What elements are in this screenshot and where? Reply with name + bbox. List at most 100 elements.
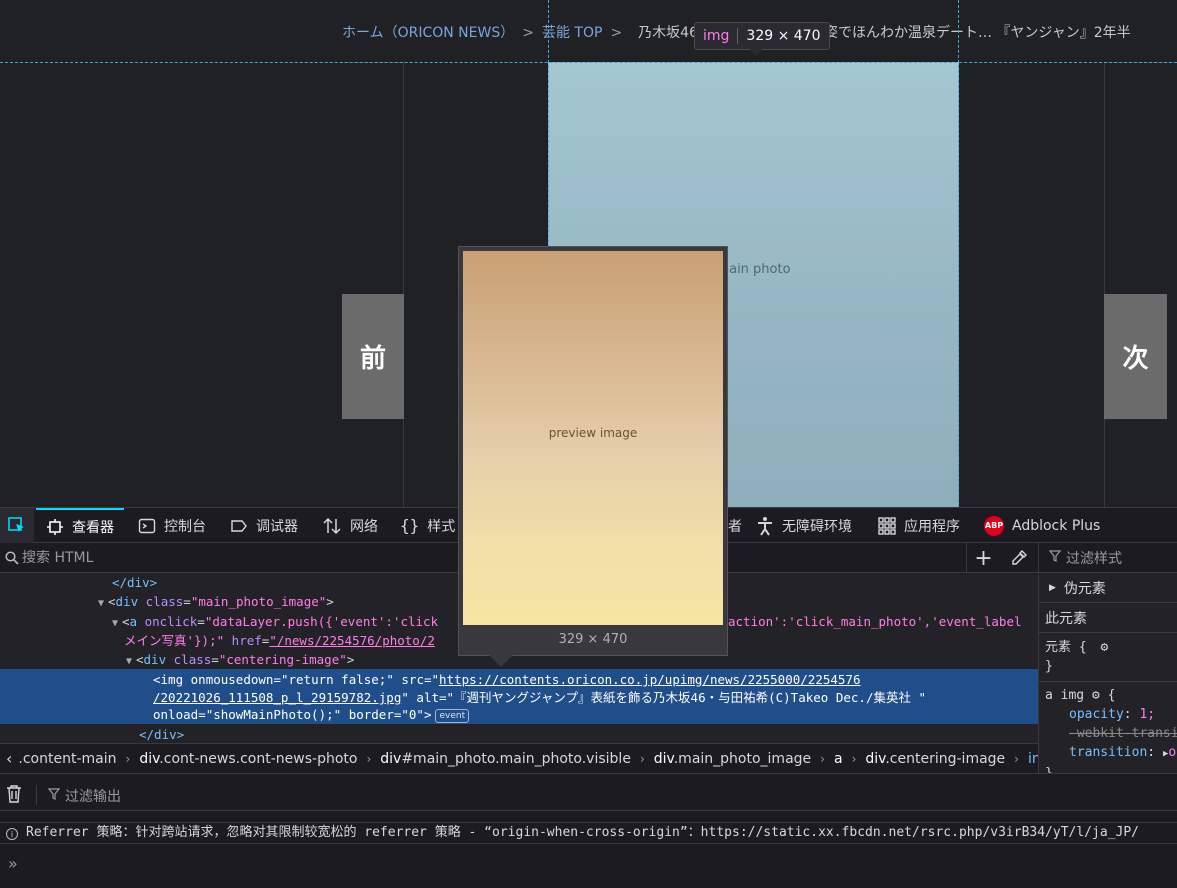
tab-inspector[interactable]: 查看器 [36,508,124,543]
tab-label: 者 [728,518,742,535]
tab-debugger[interactable]: 调试器 [230,508,298,543]
inspector-guide-horizontal [0,62,1177,63]
console-message[interactable]: i Referrer 策略：针对跨站请求，忽略对其限制较宽松的 referrer … [0,822,1177,844]
css-declaration[interactable]: transition: ▶o [1039,743,1177,764]
plus-icon: + [974,545,993,571]
filter-output-field[interactable]: 过滤输出 [47,786,121,806]
markup-line[interactable]: </div> [0,725,1038,743]
rule-close: } [1039,764,1177,773]
tooltip-arrow [749,49,763,56]
filter-styles-field[interactable]: 过滤样式 [1039,543,1177,573]
crumb-item[interactable]: div.centering-image [865,751,1005,767]
markup-line: onload="showMainPhoto();" border="0"> eve… [0,705,1038,724]
closing-tag: </div> [139,727,185,742]
crumb-item[interactable]: .content-main [18,751,116,767]
accessibility-icon [756,516,774,536]
rule-close: } [1045,659,1053,674]
selected-node-img[interactable]: <img onmousedown="return false;" src="ht… [0,669,1038,724]
inspector-element-tooltip: img 329 × 470 [694,22,830,56]
preview-placeholder: preview image [548,426,638,440]
eyedropper-button[interactable] [1004,543,1034,573]
element-picker-icon [8,516,24,532]
breadcrumb-home-link[interactable]: ホーム（ORICON NEWS） [342,22,514,42]
next-photo-button[interactable]: 次 [1104,294,1167,419]
tab-style-editor[interactable]: {} 样式 [400,508,455,543]
breadcrumb-separator: > [610,25,623,41]
crumb-item[interactable]: div.cont-news.cont-news-photo [139,751,357,767]
element-picker-button[interactable] [0,508,34,543]
application-grid-icon [878,516,896,535]
breadcrumb-separator: > [522,25,534,41]
adblock-plus-icon: ABP [984,515,1004,536]
panel-border [1104,62,1105,507]
tab-application[interactable]: 应用程序 [878,508,960,543]
chevron-right-icon: › [125,751,131,766]
filter-icon [1048,549,1062,566]
node-breadcrumbs: ‹ .content-main › div.cont-news.cont-new… [0,743,1038,773]
network-icon [322,517,342,535]
preview-image: preview image [463,251,723,625]
tab-label: Adblock Plus [1012,517,1101,534]
css-declaration[interactable]: opacity: 1; [1039,705,1177,724]
add-node-button[interactable]: + [966,543,1000,573]
chevron-right-icon: › [851,751,857,766]
crumbs-scroll-left-icon[interactable]: ‹ [6,749,12,768]
tab-label: 无障碍环境 [782,518,852,535]
pseudo-elements-toggle[interactable]: ▶ 伪元素 [1039,573,1177,603]
image-preview-tooltip: preview image 329 × 470 [458,246,728,667]
chevron-right-icon: › [1014,751,1019,766]
inspector-guide-vertical [958,0,959,507]
console-icon [138,517,156,535]
info-icon: i [6,828,18,840]
split-console: 过滤输出 i Referrer 策略：针对跨站请求，忽略对其限制较宽松的 refe… [0,773,1177,888]
tab-partial[interactable]: 者 [728,508,742,543]
image-src-link[interactable]: https://contents.oricon.co.jp/upimg/news… [439,672,860,687]
tab-label: 样式 [427,518,456,535]
tab-accessibility[interactable]: 无障碍环境 [756,508,852,543]
gear-icon[interactable]: ⚙ [1100,640,1108,655]
tab-label: 网络 [350,518,378,535]
tab-label: 调试器 [256,518,298,535]
preview-dimensions: 329 × 470 [558,632,628,647]
tab-adblock-plus[interactable]: ABP Adblock Plus [984,508,1100,543]
tab-console[interactable]: 控制台 [138,508,206,543]
tab-label: 控制台 [164,518,206,535]
css-declaration-overridden[interactable]: -webkit-transi [1039,724,1177,743]
expand-twisty-icon[interactable]: ▼ [98,594,108,613]
crumb-item[interactable]: div#main_photo.main_photo.visible [380,751,631,767]
triangle-right-icon: ▶ [1049,582,1056,593]
crumb-item[interactable]: a [834,751,843,767]
search-html-input[interactable] [22,548,442,568]
panel-border [403,62,404,507]
debugger-icon [230,517,248,535]
tab-network[interactable]: 网络 [322,508,378,543]
search-icon [5,551,19,569]
crumb-item[interactable]: div.main_photo_image [654,751,811,767]
tab-label: 查看器 [72,519,114,536]
gear-icon[interactable]: ⚙ [1092,688,1100,703]
rules-sidebar: 过滤样式 ▶ 伪元素 此元素 元素 { ⚙ } a img ⚙ { opacit… [1038,543,1177,773]
closing-tag: </div> [112,575,158,590]
crumb-item-selected[interactable]: img [1028,751,1038,767]
console-input-prompt[interactable]: » [8,854,18,873]
preview-arrow [489,655,513,667]
markup-line: <img onmousedown="return false;" src="ht… [153,672,861,687]
trash-icon[interactable] [6,785,22,807]
tooltip-tag-name: img [703,28,739,44]
filter-icon [47,788,61,804]
chevron-right-icon: › [366,751,372,766]
divider [36,785,37,805]
this-element-heading: 此元素 [1039,603,1177,633]
css-rule-selector: a img ⚙ { [1039,681,1177,705]
element-rule: 元素 { ⚙ [1045,640,1109,655]
inspector-icon [46,518,64,536]
chevron-right-icon: › [639,751,645,766]
console-toolbar: 过滤输出 [0,780,1177,811]
event-badge[interactable]: event [435,708,470,723]
tooltip-dimensions: 329 × 470 [746,28,821,44]
prev-photo-button[interactable]: 前 [342,294,404,419]
eyedropper-icon [1012,550,1027,565]
breadcrumb-category-link[interactable]: 芸能 TOP [542,22,602,42]
tab-label: 应用程序 [904,518,960,535]
chevron-right-icon: › [820,751,825,766]
